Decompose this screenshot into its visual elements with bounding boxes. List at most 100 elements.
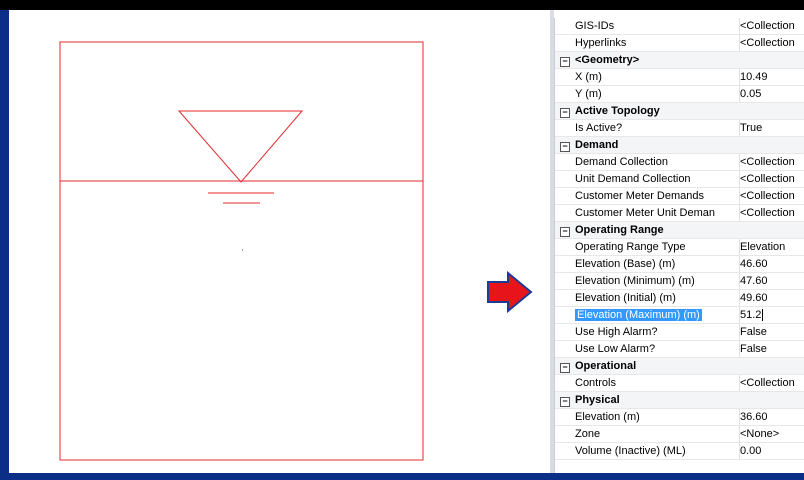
property-value[interactable]: <Collection (739, 170, 804, 188)
property-value[interactable]: True (739, 119, 804, 137)
name-text: Use Low Alarm? (575, 343, 656, 355)
row-gutter (555, 289, 575, 307)
collapse-toggle-icon[interactable]: − (555, 391, 575, 409)
row-gutter (555, 153, 575, 171)
name-text: Controls (575, 377, 616, 389)
property-value[interactable]: <Collection (739, 374, 804, 392)
property-row[interactable]: Elevation (Base) (m) 46.60 (555, 255, 804, 273)
property-row[interactable]: Elevation (Maximum) (m) 51.2 (555, 306, 804, 324)
property-value[interactable]: <Collection (739, 204, 804, 222)
minus-box-icon[interactable]: − (560, 108, 570, 118)
drawing-canvas[interactable] (9, 10, 550, 473)
property-row[interactable]: Zone <None> (555, 425, 804, 443)
property-row[interactable]: Elevation (Minimum) (m) 47.60 (555, 272, 804, 290)
name-text: Use High Alarm? (575, 326, 658, 338)
value-text: 47.60 (740, 275, 768, 287)
name-text: Customer Meter Unit Deman (575, 207, 715, 219)
collapse-toggle-icon[interactable]: − (555, 136, 575, 154)
tank-outline (59, 41, 424, 461)
row-gutter (555, 187, 575, 205)
name-text: Demand Collection (575, 156, 668, 168)
property-value[interactable]: False (739, 340, 804, 358)
minus-box-icon[interactable]: − (560, 142, 570, 152)
property-name: Demand Collection (575, 153, 740, 171)
value-text: <Collection (740, 156, 795, 168)
property-row[interactable]: Customer Meter Demands <Collection (555, 187, 804, 205)
name-text: Physical (575, 394, 620, 406)
property-value[interactable]: 10.49 (739, 68, 804, 86)
property-value[interactable]: <Collection (739, 18, 804, 35)
collapse-toggle-icon[interactable]: − (555, 102, 575, 120)
row-gutter (555, 170, 575, 188)
property-name: Unit Demand Collection (575, 170, 740, 188)
property-row[interactable]: Customer Meter Unit Deman <Collection (555, 204, 804, 222)
value-text[interactable]: 51.2 (740, 309, 761, 321)
minus-box-icon[interactable]: − (560, 227, 570, 237)
row-gutter (555, 204, 575, 222)
name-text: Elevation (Base) (m) (575, 258, 676, 270)
category-row[interactable]: − Operational (555, 357, 804, 375)
property-row[interactable]: Use High Alarm? False (555, 323, 804, 341)
collapse-toggle-icon[interactable]: − (555, 51, 575, 69)
property-name: Is Active? (575, 119, 740, 137)
property-value[interactable]: <Collection (739, 153, 804, 171)
minus-box-icon[interactable]: − (560, 57, 570, 67)
property-value[interactable]: 36.60 (739, 408, 804, 426)
minus-box-icon[interactable]: − (560, 363, 570, 373)
collapse-toggle-icon[interactable]: − (555, 357, 575, 375)
property-row[interactable]: Hyperlinks <Collection (555, 34, 804, 52)
property-value[interactable]: 0.00 (739, 442, 804, 460)
property-row[interactable]: Use Low Alarm? False (555, 340, 804, 358)
property-value[interactable]: 46.60 (739, 255, 804, 273)
property-row[interactable]: Unit Demand Collection <Collection (555, 170, 804, 188)
property-value[interactable]: Elevation (739, 238, 804, 256)
property-row[interactable]: X (m) 10.49 (555, 68, 804, 86)
row-gutter (555, 408, 575, 426)
tank-symbol[interactable] (9, 10, 550, 473)
property-row[interactable]: Elevation (m) 36.60 (555, 408, 804, 426)
value-text: 0.00 (740, 445, 762, 457)
value-text: Elevation (740, 241, 786, 253)
property-name: Elevation (Initial) (m) (575, 289, 740, 307)
property-grid: GIS-IDs <Collection Hyperlinks <Collection −… (554, 18, 804, 473)
property-row[interactable]: Demand Collection <Collection (555, 153, 804, 171)
property-value-editor[interactable]: 51.2 (739, 306, 804, 324)
name-text: Unit Demand Collection (575, 173, 691, 185)
property-row[interactable]: Volume (Inactive) (ML) 0.00 (555, 442, 804, 460)
property-value[interactable]: 0.05 (739, 85, 804, 103)
property-value[interactable]: False (739, 323, 804, 341)
property-value[interactable]: <Collection (739, 34, 804, 52)
minus-box-icon[interactable]: − (560, 397, 570, 407)
property-name: Elevation (Minimum) (m) (575, 272, 740, 290)
category-row[interactable]: − Demand (555, 136, 804, 154)
property-value[interactable]: <Collection (739, 187, 804, 205)
property-name: Volume (Inactive) (ML) (575, 442, 740, 460)
row-gutter (555, 255, 575, 273)
property-row[interactable]: Y (m) 0.05 (555, 85, 804, 103)
category-row[interactable]: − Physical (555, 391, 804, 409)
property-row[interactable]: Controls <Collection (555, 374, 804, 392)
property-name: Hyperlinks (575, 34, 740, 52)
property-value[interactable]: <None> (739, 425, 804, 443)
property-name: Y (m) (575, 85, 740, 103)
name-text: Volume (Inactive) (ML) (575, 445, 686, 457)
category-row[interactable]: − Active Topology (555, 102, 804, 120)
name-text: Demand (575, 139, 619, 151)
value-text: 49.60 (740, 292, 768, 304)
collapse-toggle-icon[interactable]: − (555, 221, 575, 239)
property-value[interactable]: 49.60 (739, 289, 804, 307)
property-row[interactable]: GIS-IDs <Collection (555, 18, 804, 35)
name-text: Elevation (m) (575, 411, 640, 423)
category-row[interactable]: − <Geometry> (555, 51, 804, 69)
category-label: Physical (575, 391, 804, 409)
category-label: Operational (575, 357, 804, 375)
property-row[interactable]: Is Active? True (555, 119, 804, 137)
property-row[interactable]: Elevation (Initial) (m) 49.60 (555, 289, 804, 307)
category-row[interactable]: − Operating Range (555, 221, 804, 239)
property-value[interactable]: 47.60 (739, 272, 804, 290)
row-gutter (555, 272, 575, 290)
level-marker-triangle (177, 110, 304, 183)
property-name: Operating Range Type (575, 238, 740, 256)
property-row[interactable]: Operating Range Type Elevation (555, 238, 804, 256)
value-text: 10.49 (740, 71, 768, 83)
